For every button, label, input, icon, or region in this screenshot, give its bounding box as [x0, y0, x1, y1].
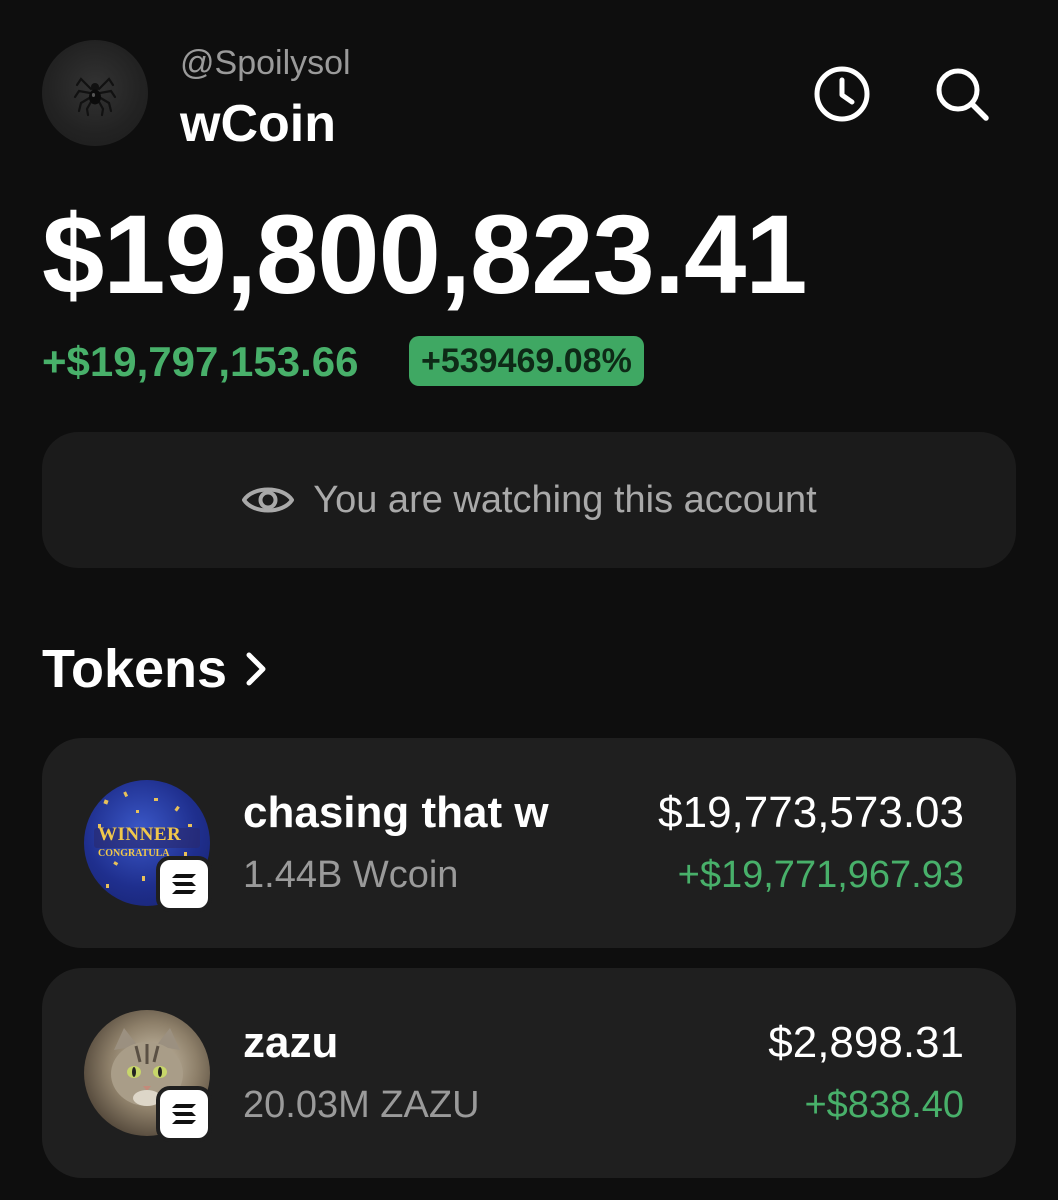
- token-change: +$19,771,967.93: [677, 854, 964, 896]
- eye-icon: [242, 487, 295, 513]
- balance-change-amount: +$19,797,153.66: [42, 338, 359, 385]
- token-name: zazu: [243, 1018, 339, 1067]
- watching-account-banner: You are watching this account: [42, 432, 1016, 568]
- history-button[interactable]: [812, 64, 872, 124]
- clock-icon: [814, 66, 870, 122]
- balance-change-percent-badge: +539469.08%: [409, 336, 644, 386]
- tokens-title: Tokens: [42, 639, 228, 699]
- wallet-screen: @Spoilysol wCoin $19,800,823.41 +$19,797…: [0, 0, 1058, 1200]
- account-name: wCoin: [180, 95, 336, 153]
- token-change: +$838.40: [804, 1084, 964, 1126]
- winner-logo-text: WINNER: [98, 824, 182, 845]
- token-amount: 20.03M ZAZU: [243, 1084, 480, 1126]
- total-balance: $19,800,823.41: [42, 192, 808, 317]
- congratulations-logo-text: CONGRATULA: [98, 848, 170, 859]
- tokens-section-header[interactable]: Tokens: [42, 638, 269, 700]
- token-amount: 1.44B Wcoin: [243, 854, 459, 896]
- token-row[interactable]: zazu 20.03M ZAZU $2,898.31 +$838.40: [42, 968, 1016, 1178]
- chevron-right-icon: [246, 652, 266, 686]
- solana-icon: [172, 874, 196, 894]
- account-handle: @Spoilysol: [180, 44, 351, 82]
- token-row[interactable]: WINNER CONGRATULA chasing that w 1.44B W…: [42, 738, 1016, 948]
- watching-account-text: You are watching this account: [313, 478, 817, 521]
- token-name: chasing that w: [243, 788, 549, 837]
- solana-chain-badge: [156, 856, 212, 912]
- token-value: $19,773,573.03: [658, 788, 964, 837]
- balance-change-percent: +539469.08%: [421, 341, 632, 380]
- account-avatar[interactable]: [42, 40, 148, 146]
- spider-icon: [73, 77, 117, 117]
- solana-chain-badge: [156, 1086, 212, 1142]
- token-value: $2,898.31: [768, 1018, 964, 1067]
- solana-icon: [172, 1104, 196, 1124]
- search-icon: [936, 68, 989, 121]
- search-button[interactable]: [932, 64, 992, 124]
